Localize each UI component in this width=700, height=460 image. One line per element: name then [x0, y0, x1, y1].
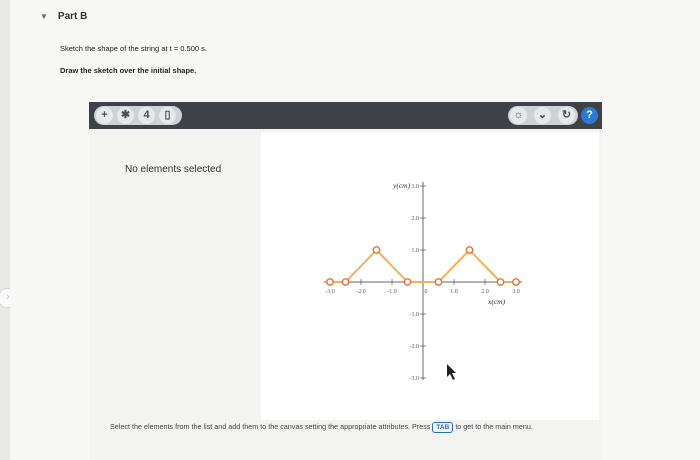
data-point[interactable]: [496, 278, 505, 286]
y-tick-label: -1.0: [410, 312, 420, 318]
data-point[interactable]: [341, 278, 350, 286]
asterisk-icon[interactable]: ✱: [117, 107, 134, 124]
y-tick-label: 1.0: [412, 248, 420, 254]
instruction-text: Sketch the shape of the string at t = 0.…: [60, 44, 207, 53]
y-tick-label: -2.0: [410, 344, 420, 350]
plus-icon[interactable]: +: [96, 107, 113, 124]
x-tick-label: 3.0: [512, 289, 520, 295]
data-point[interactable]: [465, 246, 474, 254]
drawing-tool: + ✱ 4 ▯ ☼ ⌄ ↻ ? No elements selected -3.…: [89, 102, 602, 460]
data-point[interactable]: [403, 278, 412, 286]
selection-status: No elements selected: [125, 164, 222, 175]
footer-text-2: to get to the main menu.: [455, 422, 533, 431]
instruction-bold-text: Draw the sketch over the initial shape.: [60, 66, 197, 75]
chevron-down-icon[interactable]: ⌄: [534, 107, 551, 124]
footer-message: Select the elements from the list and ad…: [110, 420, 590, 433]
mouse-cursor-icon: [447, 364, 456, 380]
x-tick-label: 1.0: [450, 289, 458, 295]
footer-text-1: Select the elements from the list and ad…: [110, 422, 431, 431]
x-axis-title: x(cm): [487, 297, 506, 306]
y-tick-label: -3.0: [410, 376, 420, 382]
y-tick-label: 2.0: [412, 216, 420, 222]
x-tick-label: -2.0: [356, 289, 366, 295]
x-tick-label: 0: [425, 289, 428, 295]
element-panel: No elements selected: [89, 129, 259, 424]
number-4-icon[interactable]: 4: [138, 107, 155, 124]
x-tick-label: 2.0: [481, 289, 489, 295]
drawing-canvas[interactable]: -3.0 -2.0 -1.0 0 1.0 2.0 3.0 3.0 2.0 1.0 -1.0 -2.0 -…: [261, 132, 599, 420]
collapse-caret-icon[interactable]: ▼: [40, 12, 48, 21]
data-point[interactable]: [512, 278, 520, 286]
page: ▼ Part B Sketch the shape of the string …: [10, 0, 700, 460]
data-point[interactable]: [326, 278, 334, 286]
tab-key-badge: TAB: [432, 422, 454, 433]
reset-icon[interactable]: ↻: [558, 107, 575, 124]
y-tick-label: 3.0: [412, 184, 420, 190]
part-header[interactable]: ▼ Part B: [40, 11, 87, 22]
part-title: Part B: [57, 11, 88, 22]
graph-svg[interactable]: -3.0 -2.0 -1.0 0 1.0 2.0 3.0 3.0 2.0 1.0 -1.0 -2.0 -…: [261, 132, 599, 420]
toolbar: + ✱ 4 ▯ ☼ ⌄ ↻ ?: [89, 102, 602, 129]
bulb-icon[interactable]: ☼: [510, 107, 527, 124]
x-tick-label: -1.0: [387, 289, 397, 295]
data-point[interactable]: [434, 278, 443, 286]
y-axis-title: y(cm): [392, 181, 411, 190]
trash-icon[interactable]: ▯: [159, 107, 176, 124]
help-button[interactable]: ?: [581, 107, 598, 124]
data-point[interactable]: [372, 246, 381, 254]
x-tick-label: -3.0: [325, 289, 335, 295]
